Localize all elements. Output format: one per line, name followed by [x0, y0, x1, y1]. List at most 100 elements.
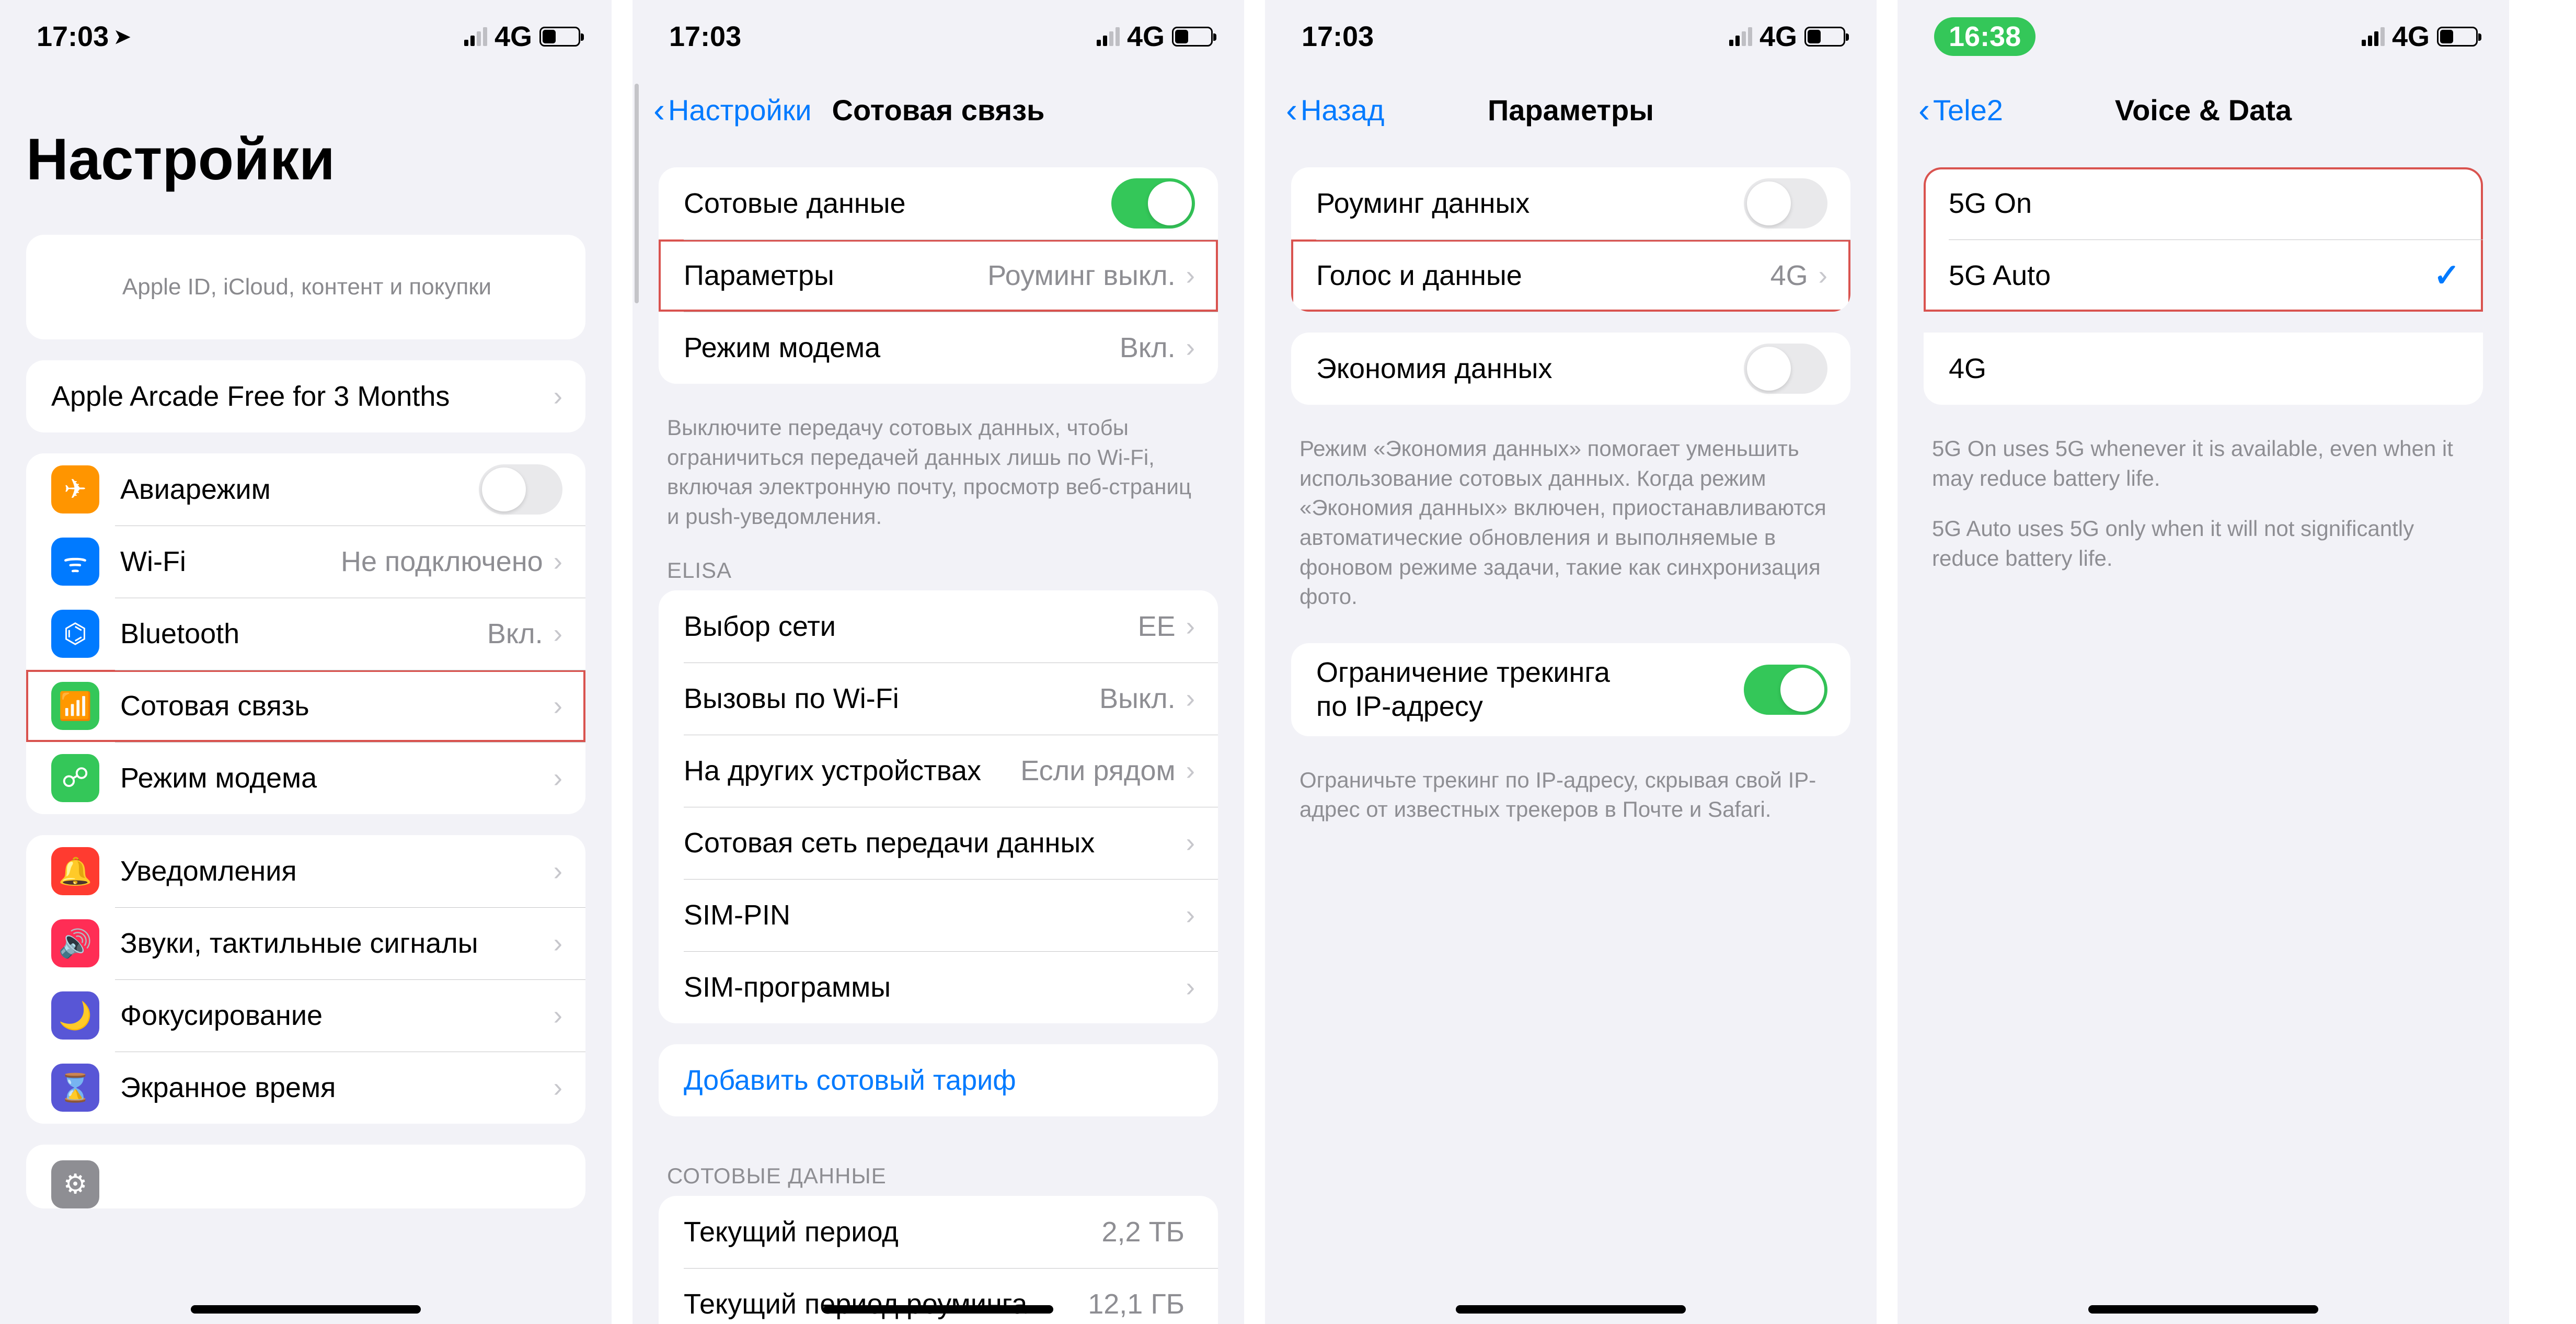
cellular-label: Сотовая связь [120, 690, 554, 722]
low-data-mode-toggle[interactable] [1744, 344, 1827, 394]
personal-hotspot-label: Режим модема [684, 332, 1120, 364]
cellular-options-value: Роуминг выкл. [987, 259, 1176, 292]
appleid-signin-cell[interactable]: Apple ID, iCloud, контент и покупки [26, 235, 585, 339]
current-period-label: Текущий период [684, 1216, 1102, 1248]
notifications-cell[interactable]: 🔔 Уведомления › [26, 835, 585, 907]
sim-pin-label: SIM-PIN [684, 899, 1186, 931]
back-label: Настройки [668, 93, 812, 127]
chevron-right-icon: › [1186, 827, 1195, 859]
option-4g[interactable]: 4G [1924, 333, 2483, 405]
wifi-icon: ᯤ [51, 538, 99, 586]
limit-ip-label-1: Ограничение трекинга [1316, 656, 1744, 690]
nav-header: ‹ Настройки Сотовая связь [632, 73, 1244, 146]
home-indicator[interactable] [823, 1305, 1053, 1314]
other-devices-cell[interactable]: На других устройствах Если рядом › [659, 735, 1218, 807]
chevron-right-icon: › [1186, 972, 1195, 1003]
roaming-period-value: 12,1 ГБ [1088, 1288, 1184, 1320]
network-type: 4G [494, 20, 532, 53]
focus-cell[interactable]: 🌙 Фокусирование › [26, 979, 585, 1052]
wifi-value: Не подключено [341, 545, 543, 578]
page-title: Настройки [0, 73, 612, 214]
data-roaming-toggle[interactable] [1744, 178, 1827, 229]
signal-bars-icon [1097, 27, 1120, 46]
ip-tracking-group: Ограничение трекинга по IP-адресу [1291, 643, 1850, 736]
cellular-data-label: Сотовые данные [684, 187, 1111, 220]
cellular-data-cell[interactable]: Сотовые данные [659, 167, 1218, 239]
sim-apps-label: SIM-программы [684, 971, 1186, 1003]
chevron-right-icon: › [554, 546, 562, 577]
chevron-right-icon: › [1186, 332, 1195, 363]
screen-cellular-options: 17:03 4G ‹ Назад Параметры Роуминг данны… [1265, 0, 1877, 1324]
network-selection-value: EE [1138, 610, 1176, 643]
limit-ip-label-2: по IP-адресу [1316, 690, 1744, 724]
voice-data-footer-2: 5G Auto uses 5G only when it will not si… [1898, 493, 2509, 573]
bluetooth-cell[interactable]: ⌬ Bluetooth Вкл. › [26, 598, 585, 670]
network-type: 4G [1760, 20, 1797, 53]
sounds-label: Звуки, тактильные сигналы [120, 927, 554, 960]
home-indicator[interactable] [2088, 1305, 2318, 1314]
airplane-cell[interactable]: ✈ Авиарежим [26, 453, 585, 526]
voice-data-options-group-2: 4G [1924, 333, 2483, 405]
promo-group: Apple Arcade Free for 3 Months › [26, 360, 585, 432]
hotspot-label: Режим модема [120, 762, 554, 794]
cellular-network-cell[interactable]: Сотовая сеть передачи данных › [659, 807, 1218, 879]
cellular-options-cell[interactable]: Параметры Роуминг выкл. › [659, 239, 1218, 312]
cellular-options-label: Параметры [684, 259, 987, 292]
chevron-right-icon: › [554, 762, 562, 794]
back-button[interactable]: ‹ Назад [1286, 93, 1384, 127]
status-bar: 17:03 ➤ 4G [0, 0, 612, 73]
roaming-period-cell[interactable]: Текущий период роуминга 12,1 ГБ [659, 1268, 1218, 1324]
option-5g-on[interactable]: 5G On [1924, 167, 2483, 239]
cellular-data-toggle[interactable] [1111, 178, 1195, 229]
chevron-right-icon: › [1186, 260, 1195, 291]
low-data-mode-cell[interactable]: Экономия данных [1291, 333, 1850, 405]
chevron-right-icon: › [554, 1000, 562, 1031]
voice-and-data-cell[interactable]: Голос и данные 4G › [1291, 239, 1850, 312]
status-bar: 17:03 4G [632, 0, 1244, 73]
hotspot-cell[interactable]: ☍ Режим модема › [26, 742, 585, 814]
screentime-icon: ⌛ [51, 1064, 99, 1112]
status-time-pill[interactable]: 16:38 [1934, 17, 2036, 56]
option-5g-auto[interactable]: 5G Auto ✓ [1924, 239, 2483, 312]
carrier-header: ELISA [632, 532, 1244, 590]
status-bar: 17:03 4G [1265, 0, 1877, 73]
chevron-right-icon: › [1186, 683, 1195, 714]
signal-bars-icon [464, 27, 487, 46]
low-data-footer: Режим «Экономия данных» помогает уменьши… [1265, 426, 1877, 612]
location-arrow-icon: ➤ [114, 25, 131, 49]
screen-cellular: 17:03 4G ‹ Настройки Сотовая связь Сотов… [632, 0, 1244, 1324]
chevron-left-icon: ‹ [1918, 93, 1930, 127]
wifi-calling-cell[interactable]: Вызовы по Wi-Fi Выкл. › [659, 663, 1218, 735]
option-4g-label: 4G [1949, 352, 2460, 385]
signal-bars-icon [1729, 27, 1752, 46]
limit-ip-tracking-cell[interactable]: Ограничение трекинга по IP-адресу [1291, 643, 1850, 736]
chevron-right-icon: › [554, 1072, 562, 1103]
personal-hotspot-cell[interactable]: Режим модема Вкл. › [659, 312, 1218, 384]
battery-icon [539, 27, 580, 47]
cellular-network-label: Сотовая сеть передачи данных [684, 827, 1186, 859]
home-indicator[interactable] [1456, 1305, 1686, 1314]
cellular-cell[interactable]: 📶 Сотовая связь › [26, 670, 585, 742]
cellular-icon: 📶 [51, 682, 99, 730]
screentime-cell[interactable]: ⌛ Экранное время › [26, 1052, 585, 1124]
chevron-right-icon: › [554, 928, 562, 959]
wifi-calling-value: Выкл. [1099, 682, 1176, 715]
general-cell[interactable]: ⚙ [26, 1145, 585, 1208]
back-button[interactable]: ‹ Tele2 [1918, 93, 2003, 127]
promo-cell[interactable]: Apple Arcade Free for 3 Months › [26, 360, 585, 432]
airplane-toggle[interactable] [479, 464, 562, 515]
current-period-cell[interactable]: Текущий период 2,2 ТБ [659, 1196, 1218, 1268]
back-button[interactable]: ‹ Настройки [653, 93, 812, 127]
sounds-cell[interactable]: 🔊 Звуки, тактильные сигналы › [26, 907, 585, 979]
sim-pin-cell[interactable]: SIM-PIN › [659, 879, 1218, 951]
home-indicator[interactable] [191, 1305, 421, 1314]
focus-icon: 🌙 [51, 991, 99, 1040]
appleid-hint: Apple ID, iCloud, контент и покупки [51, 274, 562, 300]
limit-ip-toggle[interactable] [1744, 665, 1827, 715]
add-cellular-plan-button[interactable]: Добавить сотовый тариф [659, 1044, 1218, 1116]
network-selection-cell[interactable]: Выбор сети EE › [659, 590, 1218, 663]
sim-apps-cell[interactable]: SIM-программы › [659, 951, 1218, 1023]
wifi-cell[interactable]: ᯤ Wi-Fi Не подключено › [26, 526, 585, 598]
cellular-data-footer: Выключите передачу сотовых данных, чтобы… [632, 405, 1244, 532]
data-roaming-cell[interactable]: Роуминг данных [1291, 167, 1850, 239]
